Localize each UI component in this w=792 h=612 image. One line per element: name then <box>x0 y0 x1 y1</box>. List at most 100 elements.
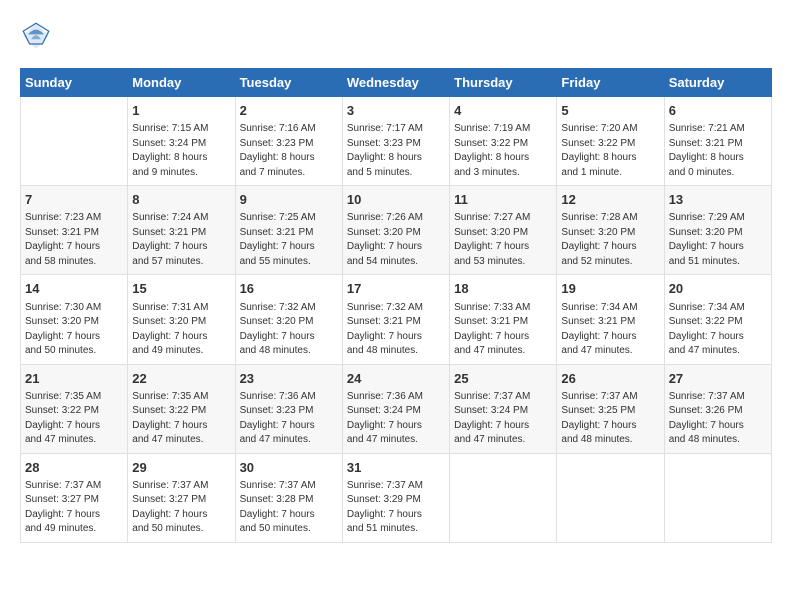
day-number: 24 <box>347 370 445 388</box>
logo-icon <box>20 20 52 52</box>
day-number: 15 <box>132 280 230 298</box>
day-number: 19 <box>561 280 659 298</box>
calendar-week-5: 28Sunrise: 7:37 AM Sunset: 3:27 PM Dayli… <box>21 453 772 542</box>
day-info: Sunrise: 7:25 AM Sunset: 3:21 PM Dayligh… <box>240 211 338 269</box>
calendar-cell: 26Sunrise: 7:37 AM Sunset: 3:25 PM Dayli… <box>557 364 664 453</box>
day-info: Sunrise: 7:23 AM Sunset: 3:21 PM Dayligh… <box>25 211 123 269</box>
day-number: 8 <box>132 191 230 209</box>
day-info: Sunrise: 7:30 AM Sunset: 3:20 PM Dayligh… <box>25 301 123 359</box>
calendar-cell: 18 Sunrise: 7:33 AM Sunset: 3:21 PM Dayli… <box>450 275 557 364</box>
day-number: 16 <box>240 280 338 298</box>
day-info: Sunrise: 7:35 AM Sunset: 3:22 PM Dayligh… <box>25 390 123 448</box>
day-info: Sunrise: 7:37 AM Sunset: 3:29 PM Dayligh… <box>347 479 445 537</box>
calendar-cell: 31 Sunrise: 7:37 AM Sunset: 3:29 PM Dayli… <box>342 453 449 542</box>
calendar-week-2: 7 Sunrise: 7:23 AM Sunset: 3:21 PM Daylig… <box>21 186 772 275</box>
column-header-monday: Monday <box>128 69 235 97</box>
calendar-cell: 21 Sunrise: 7:35 AM Sunset: 3:22 PM Dayli… <box>21 364 128 453</box>
calendar-cell <box>21 97 128 186</box>
day-info: Sunrise: 7:34 AM Sunset: 3:21 PM Dayligh… <box>561 301 659 359</box>
calendar-cell: 23Sunrise: 7:36 AM Sunset: 3:23 PM Dayli… <box>235 364 342 453</box>
day-info: Sunrise: 7:19 AM Sunset: 3:22 PM Dayligh… <box>454 122 552 180</box>
calendar-cell: 7 Sunrise: 7:23 AM Sunset: 3:21 PM Daylig… <box>21 186 128 275</box>
day-info: Sunrise: 7:15 AM Sunset: 3:24 PM Dayligh… <box>132 122 230 180</box>
day-info: Sunrise: 7:37 AM Sunset: 3:26 PM Dayligh… <box>669 390 767 448</box>
day-info: Sunrise: 7:37 AM Sunset: 3:27 PM Dayligh… <box>25 479 123 537</box>
calendar-cell: 10Sunrise: 7:26 AM Sunset: 3:20 PM Dayli… <box>342 186 449 275</box>
column-header-sunday: Sunday <box>21 69 128 97</box>
calendar-cell: 22Sunrise: 7:35 AM Sunset: 3:22 PM Dayli… <box>128 364 235 453</box>
calendar-cell: 5Sunrise: 7:20 AM Sunset: 3:22 PM Daylig… <box>557 97 664 186</box>
calendar-cell: 17 Sunrise: 7:32 AM Sunset: 3:21 PM Dayli… <box>342 275 449 364</box>
calendar-cell: 2 Sunrise: 7:16 AM Sunset: 3:23 PM Daylig… <box>235 97 342 186</box>
day-info: Sunrise: 7:29 AM Sunset: 3:20 PM Dayligh… <box>669 211 767 269</box>
day-number: 17 <box>347 280 445 298</box>
day-number: 13 <box>669 191 767 209</box>
calendar-cell: 1 Sunrise: 7:15 AM Sunset: 3:24 PM Daylig… <box>128 97 235 186</box>
day-number: 21 <box>25 370 123 388</box>
day-number: 4 <box>454 102 552 120</box>
day-number: 18 <box>454 280 552 298</box>
calendar-week-1: 1 Sunrise: 7:15 AM Sunset: 3:24 PM Daylig… <box>21 97 772 186</box>
day-info: Sunrise: 7:32 AM Sunset: 3:20 PM Dayligh… <box>240 301 338 359</box>
day-info: Sunrise: 7:28 AM Sunset: 3:20 PM Dayligh… <box>561 211 659 269</box>
day-info: Sunrise: 7:16 AM Sunset: 3:23 PM Dayligh… <box>240 122 338 180</box>
calendar-cell: 28Sunrise: 7:37 AM Sunset: 3:27 PM Dayli… <box>21 453 128 542</box>
calendar-cell: 9 Sunrise: 7:25 AM Sunset: 3:21 PM Daylig… <box>235 186 342 275</box>
calendar-cell: 24 Sunrise: 7:36 AM Sunset: 3:24 PM Dayli… <box>342 364 449 453</box>
calendar-cell <box>557 453 664 542</box>
day-number: 2 <box>240 102 338 120</box>
day-number: 5 <box>561 102 659 120</box>
calendar-cell: 16 Sunrise: 7:32 AM Sunset: 3:20 PM Dayli… <box>235 275 342 364</box>
day-number: 27 <box>669 370 767 388</box>
calendar-cell <box>450 453 557 542</box>
day-number: 12 <box>561 191 659 209</box>
day-info: Sunrise: 7:37 AM Sunset: 3:27 PM Dayligh… <box>132 479 230 537</box>
day-number: 20 <box>669 280 767 298</box>
calendar-table: SundayMondayTuesdayWednesdayThursdayFrid… <box>20 68 772 543</box>
day-info: Sunrise: 7:37 AM Sunset: 3:24 PM Dayligh… <box>454 390 552 448</box>
day-info: Sunrise: 7:27 AM Sunset: 3:20 PM Dayligh… <box>454 211 552 269</box>
calendar-cell: 19 Sunrise: 7:34 AM Sunset: 3:21 PM Dayli… <box>557 275 664 364</box>
day-number: 14 <box>25 280 123 298</box>
calendar-cell: 3 Sunrise: 7:17 AM Sunset: 3:23 PM Daylig… <box>342 97 449 186</box>
day-info: Sunrise: 7:21 AM Sunset: 3:21 PM Dayligh… <box>669 122 767 180</box>
day-info: Sunrise: 7:34 AM Sunset: 3:22 PM Dayligh… <box>669 301 767 359</box>
calendar-cell: 14 Sunrise: 7:30 AM Sunset: 3:20 PM Dayli… <box>21 275 128 364</box>
day-number: 1 <box>132 102 230 120</box>
day-number: 11 <box>454 191 552 209</box>
header-row: SundayMondayTuesdayWednesdayThursdayFrid… <box>21 69 772 97</box>
day-info: Sunrise: 7:33 AM Sunset: 3:21 PM Dayligh… <box>454 301 552 359</box>
day-info: Sunrise: 7:37 AM Sunset: 3:25 PM Dayligh… <box>561 390 659 448</box>
calendar-cell: 20 Sunrise: 7:34 AM Sunset: 3:22 PM Dayli… <box>664 275 771 364</box>
logo <box>20 20 56 52</box>
day-info: Sunrise: 7:26 AM Sunset: 3:20 PM Dayligh… <box>347 211 445 269</box>
day-number: 22 <box>132 370 230 388</box>
calendar-cell: 8 Sunrise: 7:24 AM Sunset: 3:21 PM Daylig… <box>128 186 235 275</box>
day-number: 7 <box>25 191 123 209</box>
day-number: 3 <box>347 102 445 120</box>
column-header-wednesday: Wednesday <box>342 69 449 97</box>
calendar-cell: 6 Sunrise: 7:21 AM Sunset: 3:21 PM Daylig… <box>664 97 771 186</box>
day-info: Sunrise: 7:31 AM Sunset: 3:20 PM Dayligh… <box>132 301 230 359</box>
day-info: Sunrise: 7:32 AM Sunset: 3:21 PM Dayligh… <box>347 301 445 359</box>
day-number: 25 <box>454 370 552 388</box>
calendar-cell: 4 Sunrise: 7:19 AM Sunset: 3:22 PM Daylig… <box>450 97 557 186</box>
day-number: 9 <box>240 191 338 209</box>
day-info: Sunrise: 7:24 AM Sunset: 3:21 PM Dayligh… <box>132 211 230 269</box>
page-header <box>20 20 772 52</box>
day-info: Sunrise: 7:17 AM Sunset: 3:23 PM Dayligh… <box>347 122 445 180</box>
calendar-week-4: 21 Sunrise: 7:35 AM Sunset: 3:22 PM Dayli… <box>21 364 772 453</box>
day-number: 29 <box>132 459 230 477</box>
day-info: Sunrise: 7:37 AM Sunset: 3:28 PM Dayligh… <box>240 479 338 537</box>
day-number: 30 <box>240 459 338 477</box>
calendar-cell: 30 Sunrise: 7:37 AM Sunset: 3:28 PM Dayli… <box>235 453 342 542</box>
day-number: 23 <box>240 370 338 388</box>
calendar-cell: 12 Sunrise: 7:28 AM Sunset: 3:20 PM Dayli… <box>557 186 664 275</box>
calendar-cell: 29 Sunrise: 7:37 AM Sunset: 3:27 PM Dayli… <box>128 453 235 542</box>
calendar-cell: 11 Sunrise: 7:27 AM Sunset: 3:20 PM Dayli… <box>450 186 557 275</box>
day-number: 31 <box>347 459 445 477</box>
calendar-cell: 15 Sunrise: 7:31 AM Sunset: 3:20 PM Dayli… <box>128 275 235 364</box>
calendar-cell: 13 Sunrise: 7:29 AM Sunset: 3:20 PM Dayli… <box>664 186 771 275</box>
day-number: 6 <box>669 102 767 120</box>
day-info: Sunrise: 7:36 AM Sunset: 3:24 PM Dayligh… <box>347 390 445 448</box>
